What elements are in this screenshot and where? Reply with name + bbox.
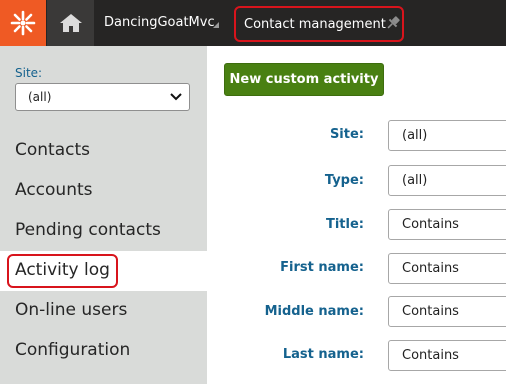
filter-site-select[interactable]: (all): [388, 120, 506, 151]
application-title: Contact management: [244, 17, 386, 32]
sidebar-item-contacts[interactable]: Contacts: [0, 131, 207, 171]
filter-middle-name-condition[interactable]: Contains: [388, 296, 506, 327]
filter-middle-name-label: Middle name:: [264, 304, 364, 319]
site-dropdown-caret-icon[interactable]: [213, 22, 219, 28]
filter-title-condition[interactable]: Contains: [388, 209, 506, 240]
filter-type-label: Type:: [324, 173, 364, 188]
home-icon[interactable]: [47, 0, 94, 46]
application-breadcrumb[interactable]: Contact management: [234, 6, 404, 42]
pin-icon[interactable]: [386, 15, 400, 35]
filter-type-value: (all): [402, 173, 428, 188]
new-custom-activity-button[interactable]: New custom activity: [224, 63, 384, 96]
sidebar-item-label: Pending contacts: [15, 220, 161, 240]
top-bar: DancingGoatMvc Contact management: [0, 0, 506, 46]
filter-type-select[interactable]: (all): [388, 165, 506, 196]
filter-title-value: Contains: [402, 217, 459, 232]
filter-first-name-label: First name:: [280, 260, 364, 275]
filter-first-name-condition[interactable]: Contains: [388, 253, 506, 284]
site-selector-value: (all): [28, 90, 52, 104]
filter-last-name-label: Last name:: [282, 347, 364, 362]
site-selector[interactable]: (all): [15, 83, 190, 111]
sidebar-item-label: Contacts: [15, 140, 90, 160]
sidebar-item-label: Configuration: [15, 340, 131, 360]
sidebar-item-configuration[interactable]: Configuration: [0, 331, 207, 371]
site-breadcrumb[interactable]: DancingGoatMvc: [104, 15, 215, 30]
filter-site-label: Site:: [329, 127, 364, 142]
filter-last-name-condition[interactable]: Contains: [388, 340, 506, 371]
sidebar-item-label: Activity log: [15, 260, 110, 280]
filter-site-value: (all): [402, 128, 428, 143]
filter-title-label: Title:: [325, 217, 364, 232]
kentico-logo-icon[interactable]: [0, 0, 46, 46]
chevron-down-icon: [169, 88, 183, 110]
site-selector-label: Site:: [15, 66, 43, 80]
sidebar-item-online-users[interactable]: On-line users: [0, 291, 207, 331]
sidebar-item-pending-contacts[interactable]: Pending contacts: [0, 211, 207, 251]
sidebar-item-accounts[interactable]: Accounts: [0, 171, 207, 211]
filter-last-name-value: Contains: [402, 348, 459, 363]
sidebar-item-label: Accounts: [15, 180, 93, 200]
filter-middle-name-value: Contains: [402, 304, 459, 319]
sidebar-item-activity-log[interactable]: Activity log: [0, 251, 207, 291]
sidebar: Site: (all) Contacts Accounts Pending co…: [0, 46, 207, 384]
sidebar-item-label: On-line users: [15, 300, 128, 320]
filter-first-name-value: Contains: [402, 261, 459, 276]
